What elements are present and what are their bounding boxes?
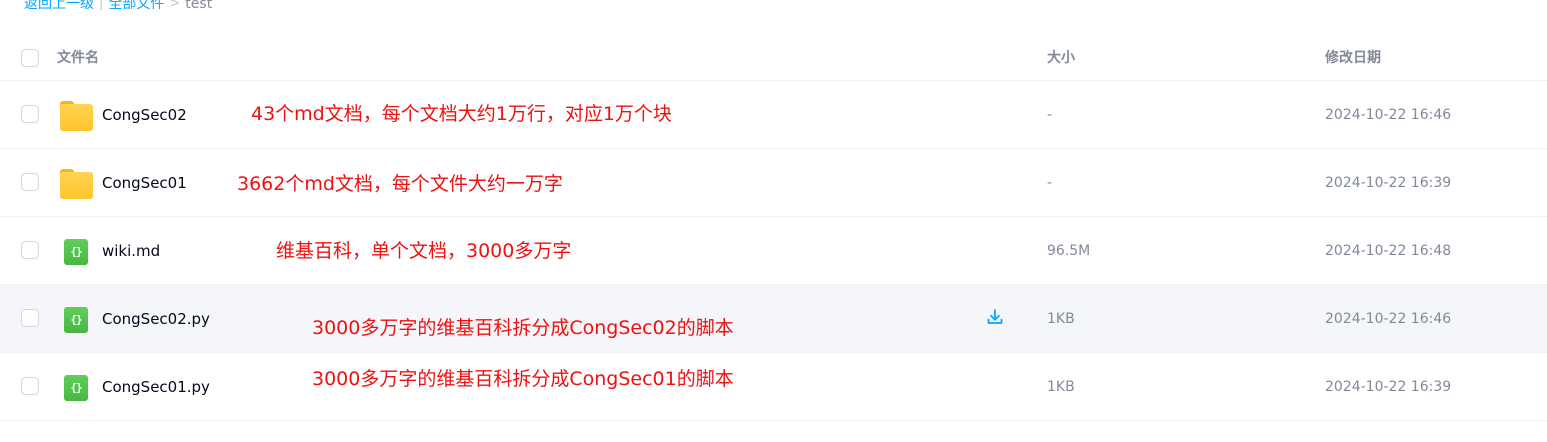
annotation-wiki: 维基百科，单个文档，3000多万字 xyxy=(276,240,572,262)
code-file-icon: {} xyxy=(64,239,88,265)
file-row[interactable]: {} CongSec02.py 1KB 2024-10-22 16:46 xyxy=(0,285,1547,353)
code-file-icon: {} xyxy=(64,307,88,333)
file-row[interactable]: {} CongSec01.py 1KB 2024-10-22 16:39 xyxy=(0,353,1547,421)
file-modified-date: 2024-10-22 16:39 xyxy=(1325,379,1452,395)
annotation-congsec01: 3662个md文档，每个文件大约一万字 xyxy=(237,173,563,195)
file-row[interactable]: CongSec01 - 2024-10-22 16:39 xyxy=(0,149,1547,217)
row-checkbox[interactable] xyxy=(21,173,39,191)
row-checkbox[interactable] xyxy=(21,105,39,123)
breadcrumb-current-folder: test xyxy=(185,0,213,12)
folder-icon xyxy=(60,101,93,131)
file-name[interactable]: CongSec02.py xyxy=(102,309,210,329)
folder-icon xyxy=(60,169,93,199)
file-name[interactable]: CongSec01 xyxy=(102,173,187,193)
annotation-congsec02: 43个md文档，每个文档大约1万行，对应1万个块 xyxy=(251,103,672,125)
code-file-icon: {} xyxy=(64,375,88,401)
breadcrumb-divider: | xyxy=(99,0,104,11)
file-size: 1KB xyxy=(1047,311,1075,327)
file-size: 96.5M xyxy=(1047,243,1091,259)
column-header-size[interactable]: 大小 xyxy=(1047,48,1075,68)
annotation-congsec02-script: 3000多万字的维基百科拆分成CongSec02的脚本 xyxy=(312,317,734,339)
file-list-header: 文件名 大小 修改日期 xyxy=(0,35,1547,81)
file-name[interactable]: wiki.md xyxy=(102,241,160,261)
file-modified-date: 2024-10-22 16:46 xyxy=(1325,107,1452,123)
annotation-congsec01-script: 3000多万字的维基百科拆分成CongSec01的脚本 xyxy=(312,368,734,390)
breadcrumb: 返回上一级 | 全部文件 > test xyxy=(24,0,212,14)
file-modified-date: 2024-10-22 16:48 xyxy=(1325,243,1452,259)
file-row[interactable]: {} wiki.md 96.5M 2024-10-22 16:48 xyxy=(0,217,1547,285)
back-to-parent-link[interactable]: 返回上一级 xyxy=(24,0,94,14)
row-checkbox[interactable] xyxy=(21,241,39,259)
row-checkbox[interactable] xyxy=(21,309,39,327)
column-header-name[interactable]: 文件名 xyxy=(57,48,99,68)
file-modified-date: 2024-10-22 16:46 xyxy=(1325,311,1452,327)
file-size: - xyxy=(1047,175,1053,191)
file-modified-date: 2024-10-22 16:39 xyxy=(1325,175,1452,191)
select-all-checkbox[interactable] xyxy=(21,49,39,67)
file-name[interactable]: CongSec02 xyxy=(102,105,187,125)
row-checkbox[interactable] xyxy=(21,377,39,395)
all-files-link[interactable]: 全部文件 xyxy=(108,0,164,14)
file-name[interactable]: CongSec01.py xyxy=(102,377,210,397)
breadcrumb-chevron: > xyxy=(169,0,181,11)
file-size: - xyxy=(1047,107,1053,123)
download-icon[interactable] xyxy=(985,307,1005,327)
file-size: 1KB xyxy=(1047,379,1075,395)
file-row[interactable]: CongSec02 - 2024-10-22 16:46 xyxy=(0,81,1547,149)
column-header-modified[interactable]: 修改日期 xyxy=(1325,48,1381,68)
